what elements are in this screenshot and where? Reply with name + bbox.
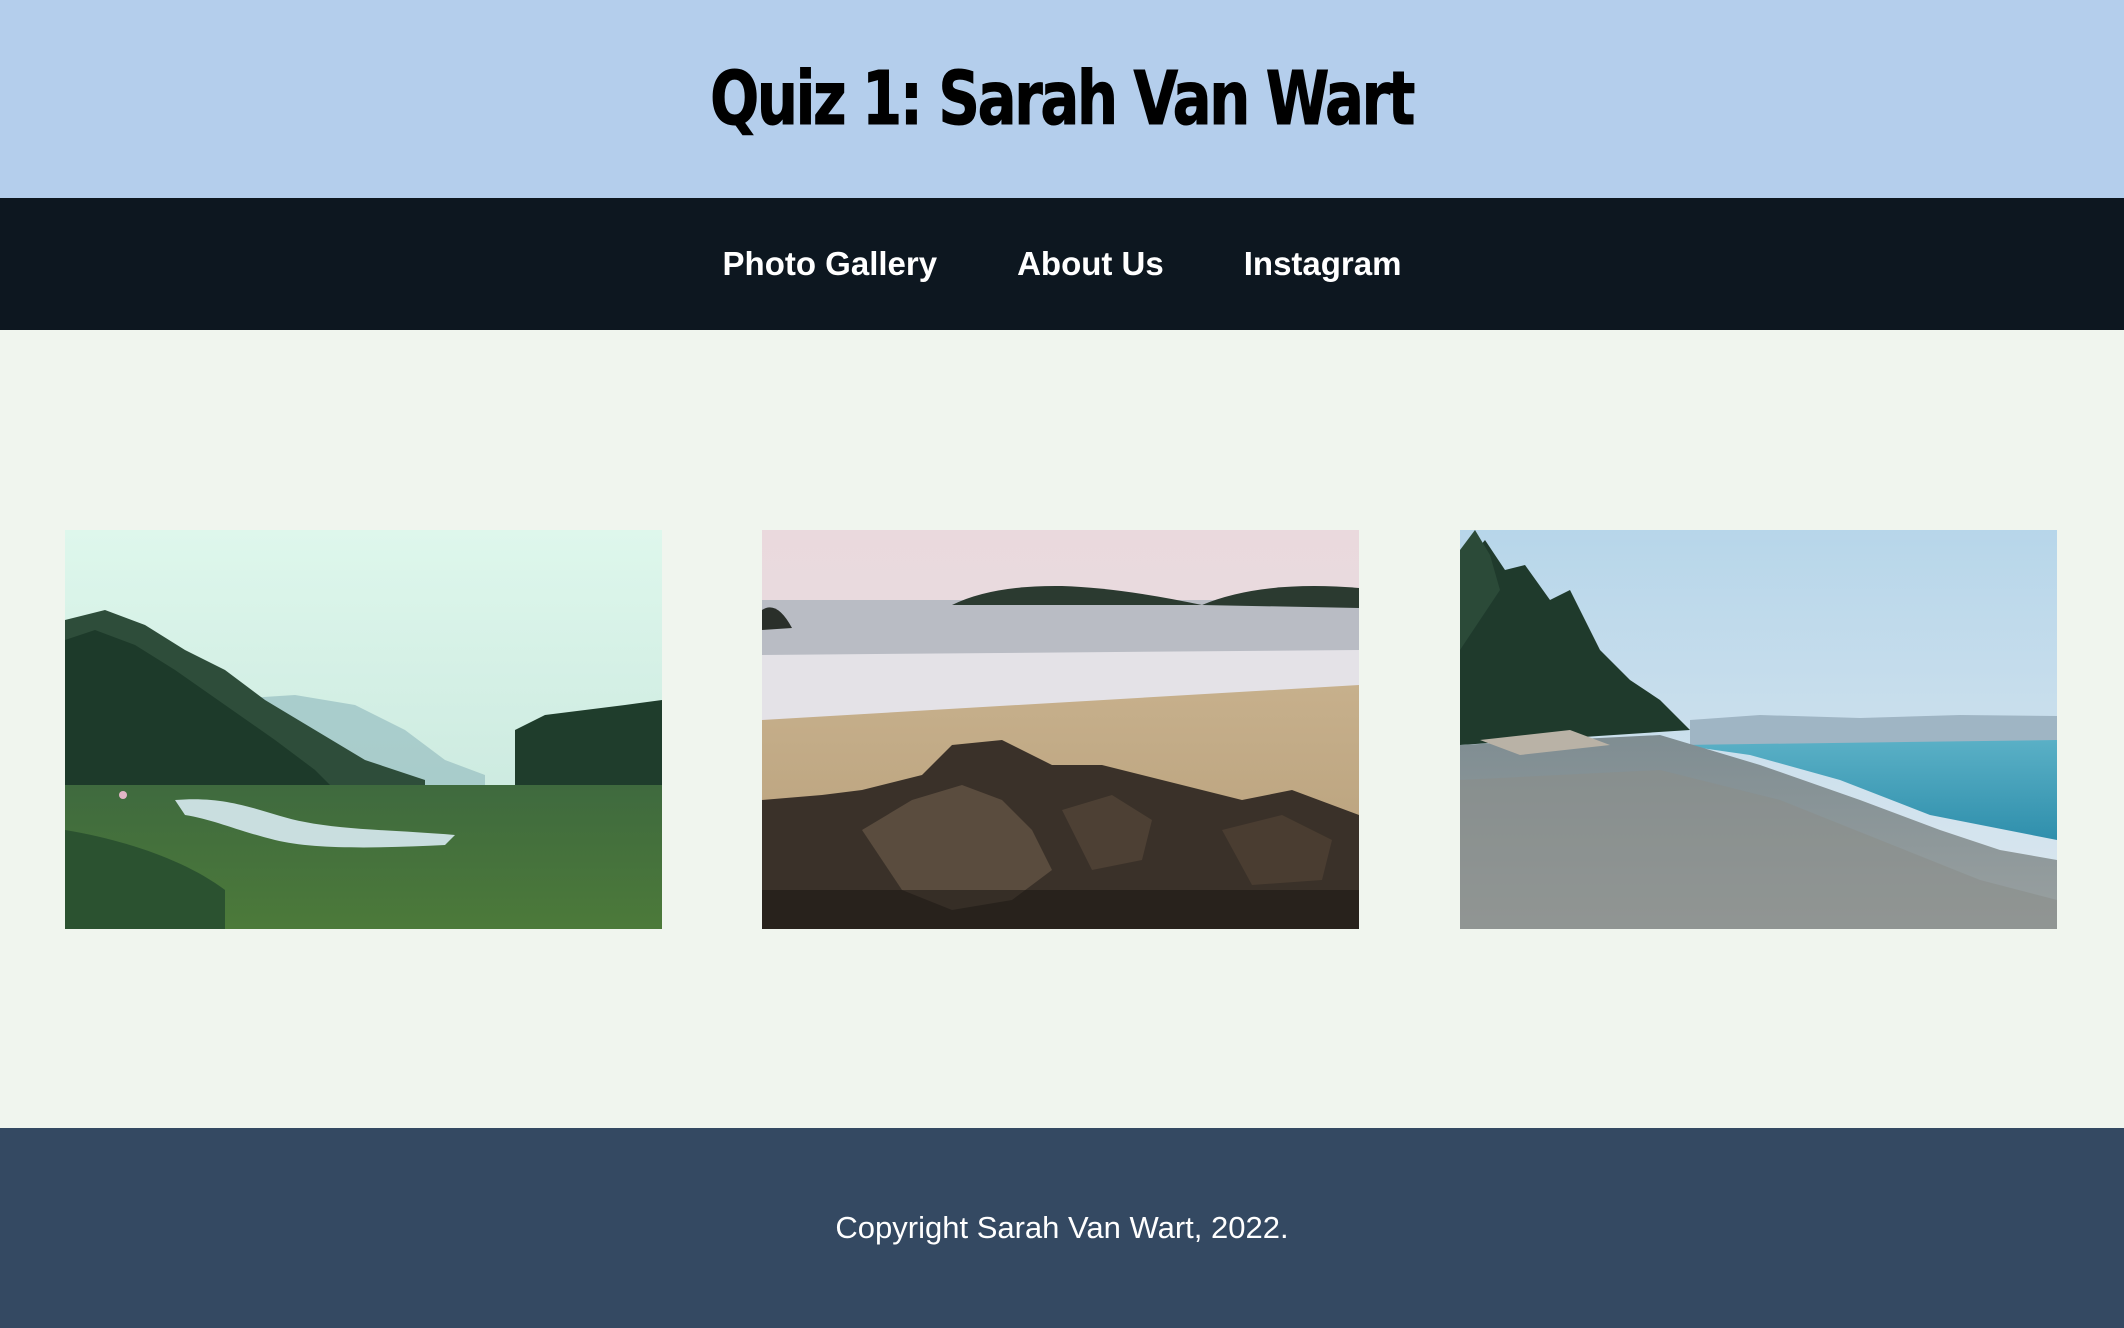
site-footer: Copyright Sarah Van Wart, 2022. [0, 1128, 2124, 1328]
photo-gallery [0, 330, 2124, 1128]
copyright-text: Copyright Sarah Van Wart, 2022. [835, 1210, 1289, 1245]
nav-link-about-us[interactable]: About Us [1017, 245, 1164, 283]
gallery-photo-sandy-beach [762, 530, 1359, 929]
main-nav: Photo Gallery About Us Instagram [0, 198, 2124, 330]
site-header: Quiz 1: Sarah Van Wart [0, 0, 2124, 198]
nav-link-instagram[interactable]: Instagram [1244, 245, 1402, 283]
nav-link-photo-gallery[interactable]: Photo Gallery [723, 245, 938, 283]
gallery-photo-pebble-shore [1460, 530, 2057, 929]
page-title: Quiz 1: Sarah Van Wart [710, 56, 1416, 143]
gallery-photo-forest-river [65, 530, 662, 929]
